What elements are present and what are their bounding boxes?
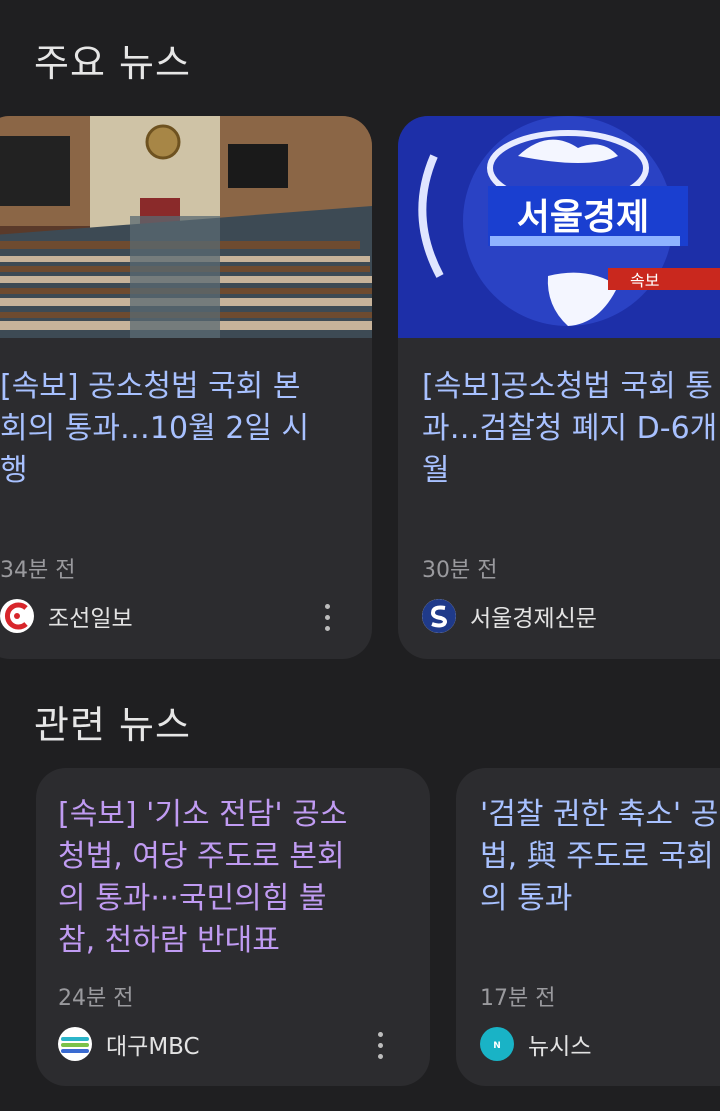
chosun-logo-icon bbox=[0, 599, 34, 633]
source-name: 대구MBC bbox=[106, 1034, 200, 1060]
card-time: 34분 전 bbox=[0, 558, 76, 583]
news-card[interactable]: [속보] '기소 전담' 공소 청법, 여당 주도로 본회 의 통과···국민의… bbox=[36, 768, 430, 1086]
newsis-logo-icon: N bbox=[480, 1027, 514, 1061]
news-card[interactable]: '검찰 권한 축소' 공 법, 與 주도로 국회 의 통과 17분 전 N 뉴시… bbox=[456, 768, 720, 1086]
card-source[interactable]: 서울경제신문 bbox=[422, 599, 597, 633]
image-tag-text: 속보 bbox=[630, 271, 659, 290]
card-source[interactable]: 조선일보 bbox=[0, 599, 133, 633]
news-card[interactable]: 서울경제 속보 [속보]공소청법 국회 통 과…검찰청 폐지 D-6개 월 30… bbox=[398, 116, 720, 659]
card-source[interactable]: 대구MBC bbox=[58, 1027, 200, 1061]
card-headline[interactable]: [속보] 공소청법 국회 본 회의 통과…10월 2일 시 행 bbox=[0, 366, 309, 492]
card-headline[interactable]: [속보]공소청법 국회 통 과…검찰청 폐지 D-6개 월 bbox=[422, 366, 717, 492]
daegu-mbc-logo-icon bbox=[58, 1027, 92, 1061]
news-thumbnail-seoul-economic: 서울경제 속보 bbox=[398, 116, 720, 338]
section-title-related-news: 관련 뉴스 bbox=[34, 703, 191, 747]
section-title-top-news: 주요 뉴스 bbox=[34, 41, 191, 85]
card-headline[interactable]: [속보] '기소 전담' 공소 청법, 여당 주도로 본회 의 통과···국민의… bbox=[58, 794, 347, 962]
card-time: 24분 전 bbox=[58, 986, 134, 1011]
seoul-economic-logo-icon bbox=[422, 599, 456, 633]
card-source[interactable]: N 뉴시스 bbox=[480, 1027, 591, 1061]
card-time: 17분 전 bbox=[480, 986, 556, 1011]
more-options-icon[interactable] bbox=[378, 1032, 384, 1060]
image-brand-text: 서울경제 bbox=[517, 197, 649, 238]
news-thumbnail-assembly bbox=[0, 116, 372, 338]
source-name: 뉴시스 bbox=[528, 1034, 592, 1060]
source-name: 서울경제신문 bbox=[470, 606, 597, 632]
more-options-icon[interactable] bbox=[325, 604, 331, 632]
source-name: 조선일보 bbox=[48, 606, 133, 632]
news-card[interactable]: [속보] 공소청법 국회 본 회의 통과…10월 2일 시 행 34분 전 조선… bbox=[0, 116, 372, 659]
card-time: 30분 전 bbox=[422, 558, 498, 583]
news-feed: 주요 뉴스 [속보] 공소청법 국회 본 회의 통과…10월 2일 시 행 34… bbox=[0, 0, 720, 1111]
card-headline[interactable]: '검찰 권한 축소' 공 법, 與 주도로 국회 의 통과 bbox=[480, 794, 718, 920]
svg-text:N: N bbox=[493, 1041, 501, 1051]
